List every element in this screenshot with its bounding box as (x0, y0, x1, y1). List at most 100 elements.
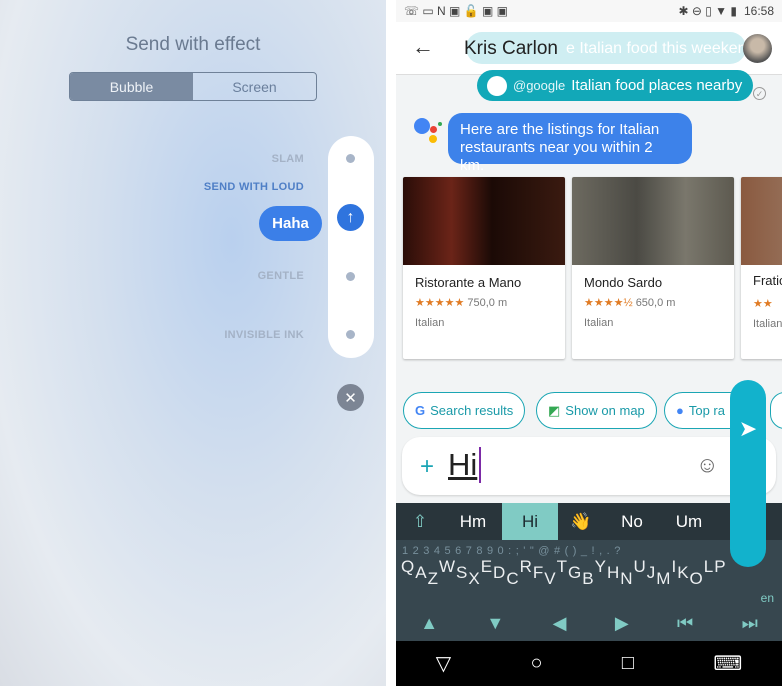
key-k[interactable]: K (677, 563, 688, 583)
key-t[interactable]: T (557, 557, 567, 577)
shift-icon[interactable]: ⇧ (396, 503, 444, 540)
read-check-icon: ✓ (753, 87, 766, 100)
key-c[interactable]: C (506, 569, 518, 589)
key-m[interactable]: M (656, 569, 670, 589)
suggestion[interactable]: Hm (444, 503, 502, 540)
key-h[interactable]: H (607, 563, 619, 583)
key-v[interactable]: V (544, 569, 555, 589)
emoji-icon[interactable]: ☺ (696, 452, 718, 478)
end-key[interactable]: ⏭ (742, 613, 758, 634)
cursor-keys: ▲ ▼ ◀ ▶ ⏮ ⏭ (396, 613, 782, 634)
restaurant-name: Mondo Sardo (584, 275, 663, 290)
google-assistant-icon (414, 116, 442, 144)
recents-nav-icon[interactable]: □ (622, 652, 634, 675)
key-f[interactable]: F (533, 563, 543, 583)
suggestion-bar: ⇧ Hm Hi 👋 No Um (396, 503, 782, 540)
key-y[interactable]: Y (595, 557, 606, 577)
key-n[interactable]: N (620, 569, 632, 589)
send-with-effect-panel: Send with effect Bubble Screen SLAM SEND… (0, 0, 386, 686)
keyboard: ⇧ Hm Hi 👋 No Um 1234567890:;'"@#()_!,.? … (396, 503, 782, 641)
back-nav-icon[interactable]: ▽ (436, 651, 451, 676)
google-g-icon: G (415, 403, 426, 418)
chip-label: Top ra (688, 403, 725, 418)
key-r[interactable]: R (520, 557, 532, 577)
user-query-bubble: @google Italian food places nearby (477, 70, 753, 101)
restaurant-card[interactable]: Mondo Sardo ★★★★½ 650,0 m Italian (572, 177, 734, 359)
key-i[interactable]: I (671, 557, 676, 577)
close-icon[interactable]: ✕ (337, 384, 364, 411)
restaurant-name: Fratic... Italian (753, 273, 782, 288)
key-a[interactable]: A (415, 563, 426, 583)
right-arrow-key[interactable]: ▶ (615, 613, 629, 634)
system-icons: ✱ ⊖ ▯ ▼ ▮ (678, 4, 737, 18)
up-arrow-key[interactable]: ▲ (420, 613, 438, 634)
chip-show-on-map[interactable]: ◩ Show on map (536, 392, 657, 429)
key-w[interactable]: W (439, 557, 455, 577)
key-s[interactable]: S (456, 563, 467, 583)
restaurant-photo (572, 177, 734, 265)
message-input[interactable]: + Hi ☺ (402, 437, 776, 495)
effect-slider[interactable] (328, 136, 374, 358)
contact-name[interactable]: Kris Carlon (464, 38, 558, 60)
key-d[interactable]: D (493, 563, 505, 583)
number-row[interactable]: 1234567890:;'"@#()_!,.? (396, 540, 782, 557)
query-text: Italian food places nearby (571, 77, 743, 94)
suggestion[interactable]: No (604, 503, 660, 540)
language-indicator[interactable]: en (761, 591, 774, 605)
key-u[interactable]: U (634, 557, 646, 577)
tab-bubble[interactable]: Bubble (70, 73, 193, 100)
cuisine: Italian (415, 317, 445, 329)
invisible-ink-dot[interactable] (346, 330, 355, 339)
restaurant-card[interactable]: Ristorante a Mano ★★★★★ 750,0 m Italian (403, 177, 565, 359)
left-arrow-key[interactable]: ◀ (553, 613, 567, 634)
message-input-value[interactable]: Hi (448, 447, 482, 483)
key-o[interactable]: O (690, 569, 703, 589)
notification-icons: ☏ ▭ N ▣ 🔓 ▣ ▣ (404, 4, 508, 18)
back-arrow-icon[interactable]: ← (412, 34, 434, 60)
mention: @google (513, 78, 566, 93)
home-key[interactable]: ⏮ (677, 613, 693, 634)
chip-search-results[interactable]: G Search results (403, 392, 526, 429)
suggestion[interactable]: Um (660, 503, 718, 540)
effect-gentle[interactable]: GENTLE (258, 270, 304, 282)
google-assistant-icon (487, 75, 507, 96)
effect-slam[interactable]: SLAM (272, 153, 304, 165)
down-arrow-key[interactable]: ▼ (486, 613, 504, 634)
chip-more[interactable] (770, 392, 782, 429)
key-g[interactable]: G (568, 563, 581, 583)
key-j[interactable]: J (647, 563, 656, 583)
key-x[interactable]: X (468, 569, 479, 589)
gentle-dot[interactable] (346, 272, 355, 281)
arrow-up-icon[interactable]: ↑ (337, 204, 364, 231)
star-rating: ★★★★★ (415, 297, 465, 309)
cuisine: Italian (584, 317, 614, 329)
suggestion-emoji[interactable]: 👋 (558, 503, 604, 540)
home-nav-icon[interactable]: ○ (530, 652, 542, 675)
message-bubble: Haha (259, 206, 322, 241)
key-l[interactable]: L (704, 557, 713, 577)
cuisine: Italian (753, 318, 782, 330)
letter-keys[interactable]: QAZWSXEDCRFVTGBYHNUJMIKOLP (396, 557, 782, 589)
effect-loud[interactable]: SEND WITH LOUD (204, 181, 304, 193)
slam-dot[interactable] (346, 154, 355, 163)
allo-chat-screen: ☏ ▭ N ▣ 🔓 ▣ ▣ ✱ ⊖ ▯ ▼ ▮ 16:58 e Italian f… (396, 0, 782, 686)
key-b[interactable]: B (582, 569, 593, 589)
google-assistant-icon: ● (676, 403, 684, 418)
suggestion-selected[interactable]: Hi (502, 503, 558, 540)
key-p[interactable]: P (714, 557, 725, 577)
key-q[interactable]: Q (401, 557, 414, 577)
rating-row: ★★★★½ 650,0 m (584, 296, 734, 309)
restaurant-card[interactable]: Fratic... Italian ★★ Italian (741, 177, 782, 359)
assistant-reply: Here are the listings for Italian restau… (448, 113, 692, 174)
effect-invisible-ink[interactable]: INVISIBLE INK (224, 329, 304, 341)
avatar[interactable] (743, 34, 772, 63)
key-z[interactable]: Z (428, 569, 438, 589)
send-icon: ➤ (738, 416, 758, 441)
tab-screen[interactable]: Screen (193, 73, 316, 100)
chip-label: Search results (430, 403, 514, 418)
send-button[interactable]: ➤ (730, 380, 766, 567)
chat-header: e Italian food this weekend? ← Kris Carl… (396, 22, 782, 75)
plus-icon[interactable]: + (420, 453, 434, 481)
key-e[interactable]: E (481, 557, 492, 577)
keyboard-switch-icon[interactable]: ⌨ (713, 651, 742, 676)
